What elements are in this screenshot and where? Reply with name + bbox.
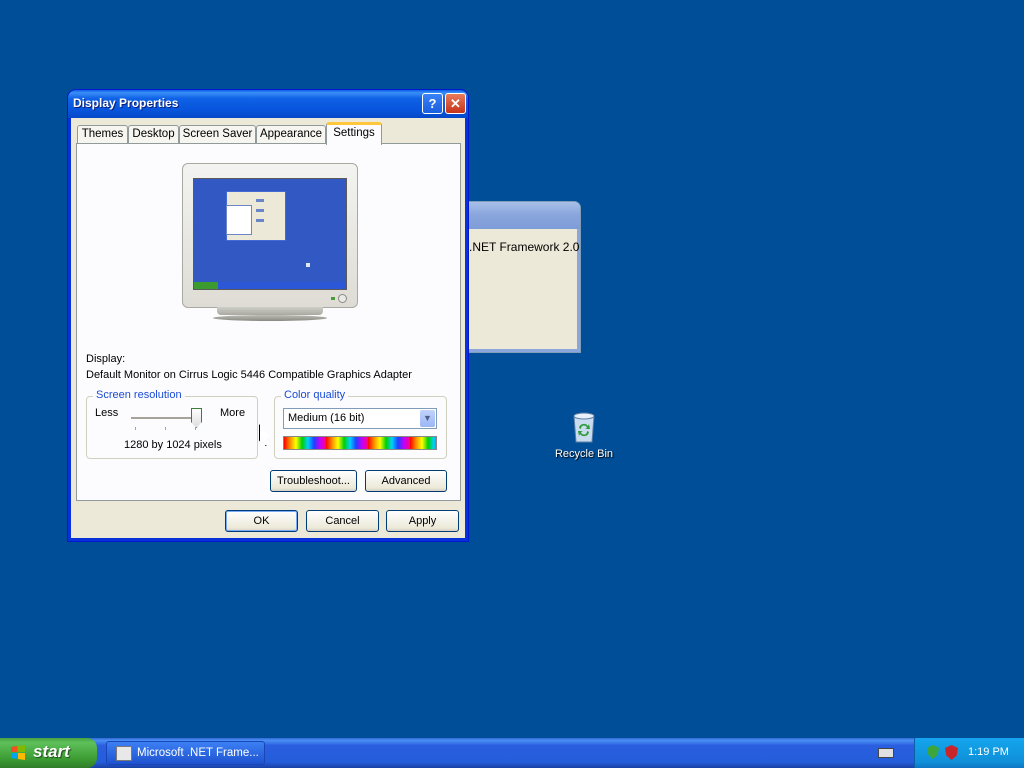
taskbar-item-dotnet[interactable]: Microsoft .NET Frame...	[106, 741, 265, 765]
display-value: Default Monitor on Cirrus Logic 5446 Com…	[86, 369, 412, 381]
windows-logo-icon	[11, 745, 25, 760]
recycle-bin-label: Recycle Bin	[554, 448, 614, 460]
dialog-client-area: Themes Desktop Screen Saver Appearance S…	[71, 118, 465, 538]
dialog-title: Display Properties	[73, 96, 179, 110]
color-quality-legend: Color quality	[281, 389, 349, 401]
start-label: start	[33, 742, 70, 761]
preview-desktop-icon	[306, 263, 310, 267]
monitor-power-icon	[338, 294, 347, 303]
system-tray: 1:19 PM	[914, 738, 1024, 768]
color-quality-value: Medium (16 bit)	[288, 412, 365, 424]
ok-button[interactable]: OK	[225, 510, 298, 532]
display-properties-dialog: Display Properties ? ✕ Themes Desktop Sc…	[68, 90, 468, 541]
color-quality-preview-bar	[283, 436, 437, 450]
dialog-titlebar[interactable]: Display Properties ? ✕	[68, 90, 468, 118]
recycle-bin-desktop-icon[interactable]: Recycle Bin	[552, 410, 616, 460]
tab-appearance[interactable]: Appearance	[256, 125, 326, 144]
preview-item	[256, 209, 264, 212]
recycle-bin-icon	[568, 410, 600, 444]
tab-themes[interactable]: Themes	[77, 125, 128, 144]
slider-tick	[195, 427, 196, 430]
advanced-button[interactable]: Advanced	[365, 470, 447, 492]
resolution-slider-thumb[interactable]	[191, 408, 202, 428]
troubleshoot-button[interactable]: Troubleshoot...	[270, 470, 357, 492]
slider-tick	[165, 427, 166, 430]
monitor-led	[331, 297, 335, 300]
display-label: Display:	[86, 353, 126, 365]
monitor-screen	[193, 178, 347, 290]
clock[interactable]: 1:19 PM	[968, 746, 1009, 758]
color-quality-group: Color quality Medium (16 bit) ▼	[274, 389, 447, 459]
apply-button[interactable]: Apply	[386, 510, 459, 532]
preview-item	[256, 219, 264, 222]
preview-start-button	[194, 282, 218, 289]
cancel-button[interactable]: Cancel	[306, 510, 379, 532]
tab-desktop[interactable]: Desktop	[128, 125, 179, 144]
color-quality-select[interactable]: Medium (16 bit) ▼	[283, 408, 437, 429]
resolution-slider-track[interactable]	[131, 417, 195, 419]
resolution-less-label: Less	[95, 407, 119, 419]
start-button[interactable]: start	[0, 738, 97, 768]
chevron-down-icon[interactable]: ▼	[420, 410, 435, 427]
tab-settings[interactable]: Settings	[326, 122, 382, 145]
resolution-more-label: More	[220, 407, 246, 419]
background-window-text: .NET Framework 2.0	[469, 240, 580, 254]
preview-window-inner	[226, 205, 252, 235]
monitor-preview	[182, 163, 358, 308]
taskbar-item-label: Microsoft .NET Frame...	[137, 747, 259, 759]
monitor-neck	[217, 307, 323, 315]
security-center-icon[interactable]	[927, 745, 939, 759]
taskbar: start Microsoft .NET Frame... 1:19 PM	[0, 738, 1024, 768]
settings-panel: Display: Default Monitor on Cirrus Logic…	[76, 143, 461, 501]
resolution-value: 1280 by 1024 pixels	[124, 439, 222, 451]
screen-resolution-group: Screen resolution Less More 1280 by 1024…	[86, 389, 258, 459]
tab-screen-saver[interactable]: Screen Saver	[179, 125, 256, 144]
help-button[interactable]: ?	[422, 93, 443, 114]
monitor-base	[213, 315, 327, 321]
close-button[interactable]: ✕	[445, 93, 466, 114]
screen-resolution-legend: Screen resolution	[93, 389, 185, 401]
slider-tick	[135, 427, 136, 430]
shield-alert-icon[interactable]	[945, 745, 958, 760]
preview-item	[256, 199, 264, 202]
keyboard-icon[interactable]	[878, 748, 894, 758]
installer-icon	[116, 746, 132, 761]
